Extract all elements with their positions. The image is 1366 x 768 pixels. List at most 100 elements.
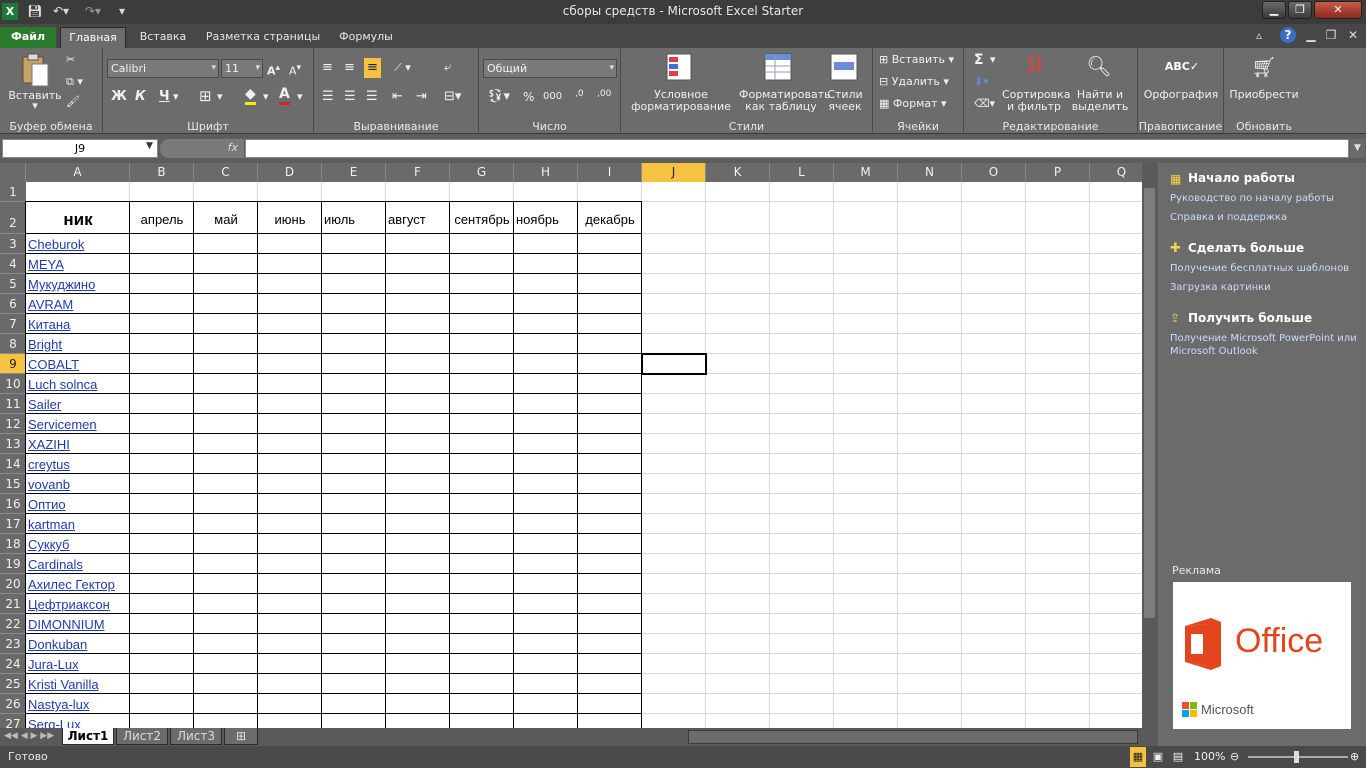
shrink-font-icon[interactable]: A▾ [289, 58, 301, 78]
conditional-format-icon[interactable] [665, 52, 693, 82]
zoom-slider-thumb[interactable] [1294, 751, 1299, 763]
sort-filter-button[interactable]: Сортировка и фильтр [1002, 89, 1071, 113]
nick-link[interactable]: Мукуджино [28, 277, 129, 292]
row-header-19[interactable]: 19 [0, 554, 26, 574]
column-header-C[interactable]: C [194, 163, 258, 182]
row-header-5[interactable]: 5 [0, 274, 26, 294]
nick-link[interactable]: Cardinals [28, 557, 129, 572]
nick-link[interactable]: Bright [28, 337, 129, 352]
paste-icon[interactable] [20, 52, 50, 88]
expand-formula-icon[interactable]: ▼ [1350, 139, 1365, 158]
tab-page-layout[interactable]: Разметка страницы [200, 27, 326, 48]
column-header-H[interactable]: H [514, 163, 578, 182]
column-header-P[interactable]: P [1026, 163, 1090, 182]
column-header-O[interactable]: O [962, 163, 1026, 182]
find-select-icon[interactable]: 🔍︎ [1084, 52, 1114, 80]
nick-link[interactable]: Цефтриаксон [28, 597, 129, 612]
orientation-icon[interactable]: ⟋ ▾ [394, 58, 411, 78]
delete-cells-button[interactable]: ⊟ Удалить ▾ [879, 72, 949, 92]
row-header-23[interactable]: 23 [0, 634, 26, 654]
sheet-tab-1[interactable]: Лист1 [62, 728, 114, 745]
nick-link[interactable]: vovanb [28, 477, 129, 492]
row-header-24[interactable]: 24 [0, 654, 26, 674]
row-header-13[interactable]: 13 [0, 434, 26, 454]
nick-link[interactable]: AVRAM [28, 297, 129, 312]
borders-icon[interactable]: ⊞ [199, 86, 212, 106]
font-size-select[interactable]: 11 [221, 59, 263, 78]
autosum-button[interactable]: Σ [974, 50, 984, 70]
pane-link-start-guide[interactable]: Руководство по началу работы [1170, 192, 1360, 205]
row-header-26[interactable]: 26 [0, 694, 26, 714]
insert-function-button[interactable]: fx [160, 139, 244, 158]
nick-link[interactable]: Donkuban [28, 637, 129, 652]
thousands-button[interactable]: 000 [543, 87, 562, 107]
currency-icon[interactable]: 💱︎▾ [487, 87, 510, 107]
row-header-2[interactable]: 2 [0, 202, 26, 234]
row-header-15[interactable]: 15 [0, 474, 26, 494]
column-header-Q[interactable]: Q [1090, 163, 1142, 182]
column-header-J[interactable]: J [642, 163, 706, 182]
office-ad[interactable]: Office Microsoft [1173, 582, 1351, 729]
horizontal-scrollbar[interactable] [688, 730, 1138, 744]
header-month[interactable]: июль [324, 212, 384, 227]
grow-font-icon[interactable]: A▴ [267, 58, 280, 78]
zoom-level[interactable]: 100% [1194, 747, 1225, 767]
column-header-D[interactable]: D [258, 163, 322, 182]
minimize-button[interactable]: ▁ [1262, 1, 1286, 19]
increase-indent-icon[interactable]: ⇥ [416, 87, 427, 107]
bold-button[interactable]: Ж [111, 87, 127, 107]
nick-link[interactable]: Cheburok [28, 237, 129, 252]
autosum-dropdown-icon[interactable]: ▾ [990, 50, 996, 70]
header-month[interactable]: август [388, 212, 448, 227]
format-painter-icon[interactable]: 🖌︎ [66, 92, 80, 112]
nick-link[interactable]: Суккуб [28, 537, 129, 552]
increase-decimal-icon[interactable]: ,0 [575, 84, 584, 104]
column-header-F[interactable]: F [386, 163, 450, 182]
fill-color-icon[interactable]: ◆ [245, 86, 256, 105]
nick-link[interactable]: Sailer [28, 397, 129, 412]
nick-link[interactable]: Jura-Lux [28, 657, 129, 672]
row-header-11[interactable]: 11 [0, 394, 26, 414]
workbook-close-icon[interactable]: ✕ [1346, 27, 1360, 44]
pane-link-templates[interactable]: Получение бесплатных шаблонов [1170, 262, 1360, 275]
row-header-14[interactable]: 14 [0, 454, 26, 474]
italic-button[interactable]: К [135, 87, 146, 107]
page-layout-view-icon[interactable]: ▣ [1150, 747, 1166, 767]
spelling-icon[interactable]: ABC✓ [1162, 52, 1202, 82]
zoom-in-icon[interactable]: ⊕ [1350, 747, 1359, 767]
spelling-button[interactable]: Орфография [1140, 89, 1222, 101]
header-month[interactable]: апрель [132, 212, 192, 227]
underline-dropdown-icon[interactable]: ▾ [173, 87, 179, 107]
workbook-restore-icon[interactable]: ❐ [1324, 27, 1338, 44]
nick-link[interactable]: kartman [28, 517, 129, 532]
active-cell-J9[interactable] [641, 353, 707, 375]
column-header-I[interactable]: I [578, 163, 642, 182]
nick-link[interactable]: creytus [28, 457, 129, 472]
column-header-E[interactable]: E [322, 163, 386, 182]
decrease-indent-icon[interactable]: ⇤ [392, 87, 403, 107]
row-header-4[interactable]: 4 [0, 254, 26, 274]
row-header-9[interactable]: 9 [0, 354, 26, 374]
tab-formulas[interactable]: Формулы [330, 27, 402, 48]
font-name-select[interactable]: Calibri [107, 59, 219, 78]
align-bottom-icon[interactable]: ≡ [364, 58, 381, 78]
pane-link-help[interactable]: Справка и поддержка [1170, 211, 1360, 224]
nick-link[interactable]: Servicemen [28, 417, 129, 432]
nick-link[interactable]: DIMONNIUM [28, 617, 129, 632]
align-right-icon[interactable]: ☰ [366, 87, 378, 107]
merge-center-icon[interactable]: ⊟▾ [444, 87, 461, 107]
spreadsheet-grid[interactable]: ABCDEFGHIJKLMNOPQ 1 2 3 4 5 6 7 8 9 10 11 12 13 14 15 1… [0, 163, 1142, 728]
nick-link[interactable]: Оптио [28, 497, 129, 512]
decrease-decimal-icon[interactable]: ,00 [597, 84, 611, 104]
nick-link[interactable]: COBALT [28, 357, 129, 372]
font-color-icon[interactable]: A [279, 86, 290, 105]
header-month[interactable]: декабрь [580, 212, 640, 227]
purchase-icon[interactable]: 🛒︎ [1246, 52, 1282, 82]
row-header-16[interactable]: 16 [0, 494, 26, 514]
column-header-M[interactable]: M [834, 163, 898, 182]
column-header-A[interactable]: A [26, 163, 130, 182]
row-header-3[interactable]: 3 [0, 234, 26, 254]
select-all-corner[interactable] [0, 163, 26, 182]
align-left-icon[interactable]: ☰ [322, 87, 334, 107]
sort-filter-icon[interactable]: Я [1020, 52, 1050, 80]
